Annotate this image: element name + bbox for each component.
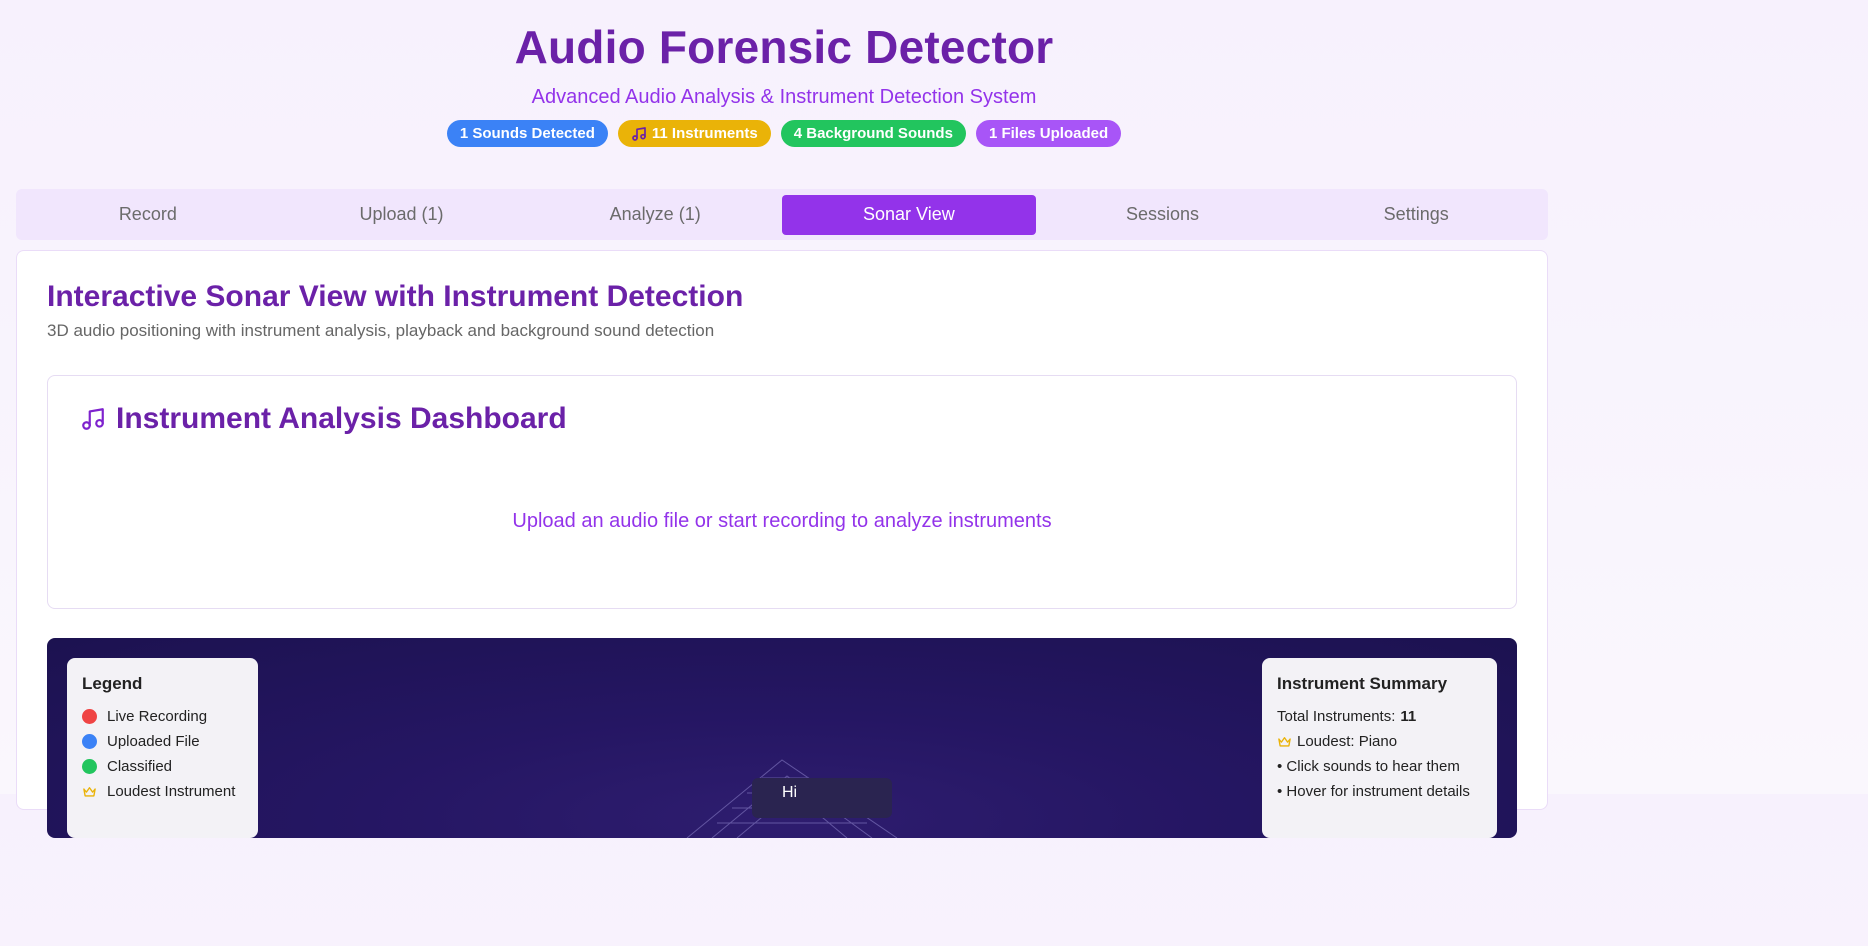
files-uploaded-label: 1 Files Uploaded [988,125,1109,142]
background-sounds-badge: 4 Background Sounds [780,120,966,147]
summary-loudest-label: Loudest: Piano [1297,733,1398,750]
legend-label: Uploaded File [107,733,200,750]
panel-title: Interactive Sonar View with Instrument D… [47,280,744,313]
sonar-panel: Interactive Sonar View with Instrument D… [16,250,1548,838]
instrument-dashboard: Instrument Analysis Dashboard Upload an … [47,375,1517,609]
summary-hint-hover: • Hover for instrument details [1277,783,1470,800]
panel-description: 3D audio positioning with instrument ana… [47,321,715,340]
sounds-detected-label: 1 Sounds Detected [459,125,595,142]
legend-label: Live Recording [107,708,208,725]
tab-settings[interactable]: Settings [1289,195,1543,235]
summary-total-value: 11 [1400,708,1417,725]
main-tabs: Record Upload (1) Analyze (1) Sonar View… [16,189,1548,240]
files-uploaded-badge: 1 Files Uploaded [975,120,1122,147]
dashboard-header: Instrument Analysis Dashboard [80,402,567,436]
app-title: Audio Forensic Detector [514,21,1054,73]
sounds-detected-badge: 1 Sounds Detected [446,120,608,147]
dashboard-empty-message: Upload an audio file or start recording … [512,510,1052,532]
sonar-tooltip-text: Hi [782,784,798,801]
tab-sessions[interactable]: Sessions [1036,195,1290,235]
crown-icon [1278,737,1291,747]
music-note-icon [82,408,104,430]
legend-item-uploaded-file: Uploaded File [82,729,243,754]
instruments-badge: 11 Instruments [617,120,771,147]
legend-item-loudest-instrument: Loudest Instrument [82,779,243,804]
summary-loudest: Loudest: Piano [1277,729,1482,754]
instrument-summary: Instrument Summary Total Instruments: 11… [1262,658,1497,838]
green-dot-icon [82,759,97,774]
legend-item-live-recording: Live Recording [82,704,243,729]
legend-label: Classified [107,758,173,775]
sonar-legend: Legend Live Recording Uploaded File Clas… [67,658,258,838]
app-subtitle: Advanced Audio Analysis & Instrument Det… [531,86,1037,108]
tab-sonar-view[interactable]: Sonar View [782,194,1036,235]
sonar-canvas[interactable]: Hi Legend Live Recording Uploaded File C… [47,638,1517,838]
instruments-label: 11 Instruments [651,125,758,142]
tab-analyze[interactable]: Analyze (1) [528,195,782,235]
music-note-icon [632,126,646,141]
dashboard-title: Instrument Analysis Dashboard [116,402,567,435]
app-header: Audio Forensic Detector Advanced Audio A… [0,0,1568,147]
legend-label: Loudest Instrument [107,783,236,800]
summary-title: Instrument Summary [1277,674,1448,693]
tab-upload[interactable]: Upload (1) [275,195,529,235]
summary-hint-click: • Click sounds to hear them [1277,758,1460,775]
blue-dot-icon [82,734,97,749]
crown-icon [83,787,96,797]
background-sounds-label: 4 Background Sounds [793,125,953,142]
stats-badges: 1 Sounds Detected 11 Instruments 4 Backg… [0,120,1568,147]
summary-total-label: Total Instruments: [1277,708,1396,725]
red-dot-icon [82,709,97,724]
legend-title: Legend [82,674,143,693]
tab-record[interactable]: Record [21,195,275,235]
summary-total: Total Instruments: 11 [1277,704,1482,729]
legend-item-classified: Classified [82,754,243,779]
sonar-sound-tooltip: Hi [752,778,892,818]
